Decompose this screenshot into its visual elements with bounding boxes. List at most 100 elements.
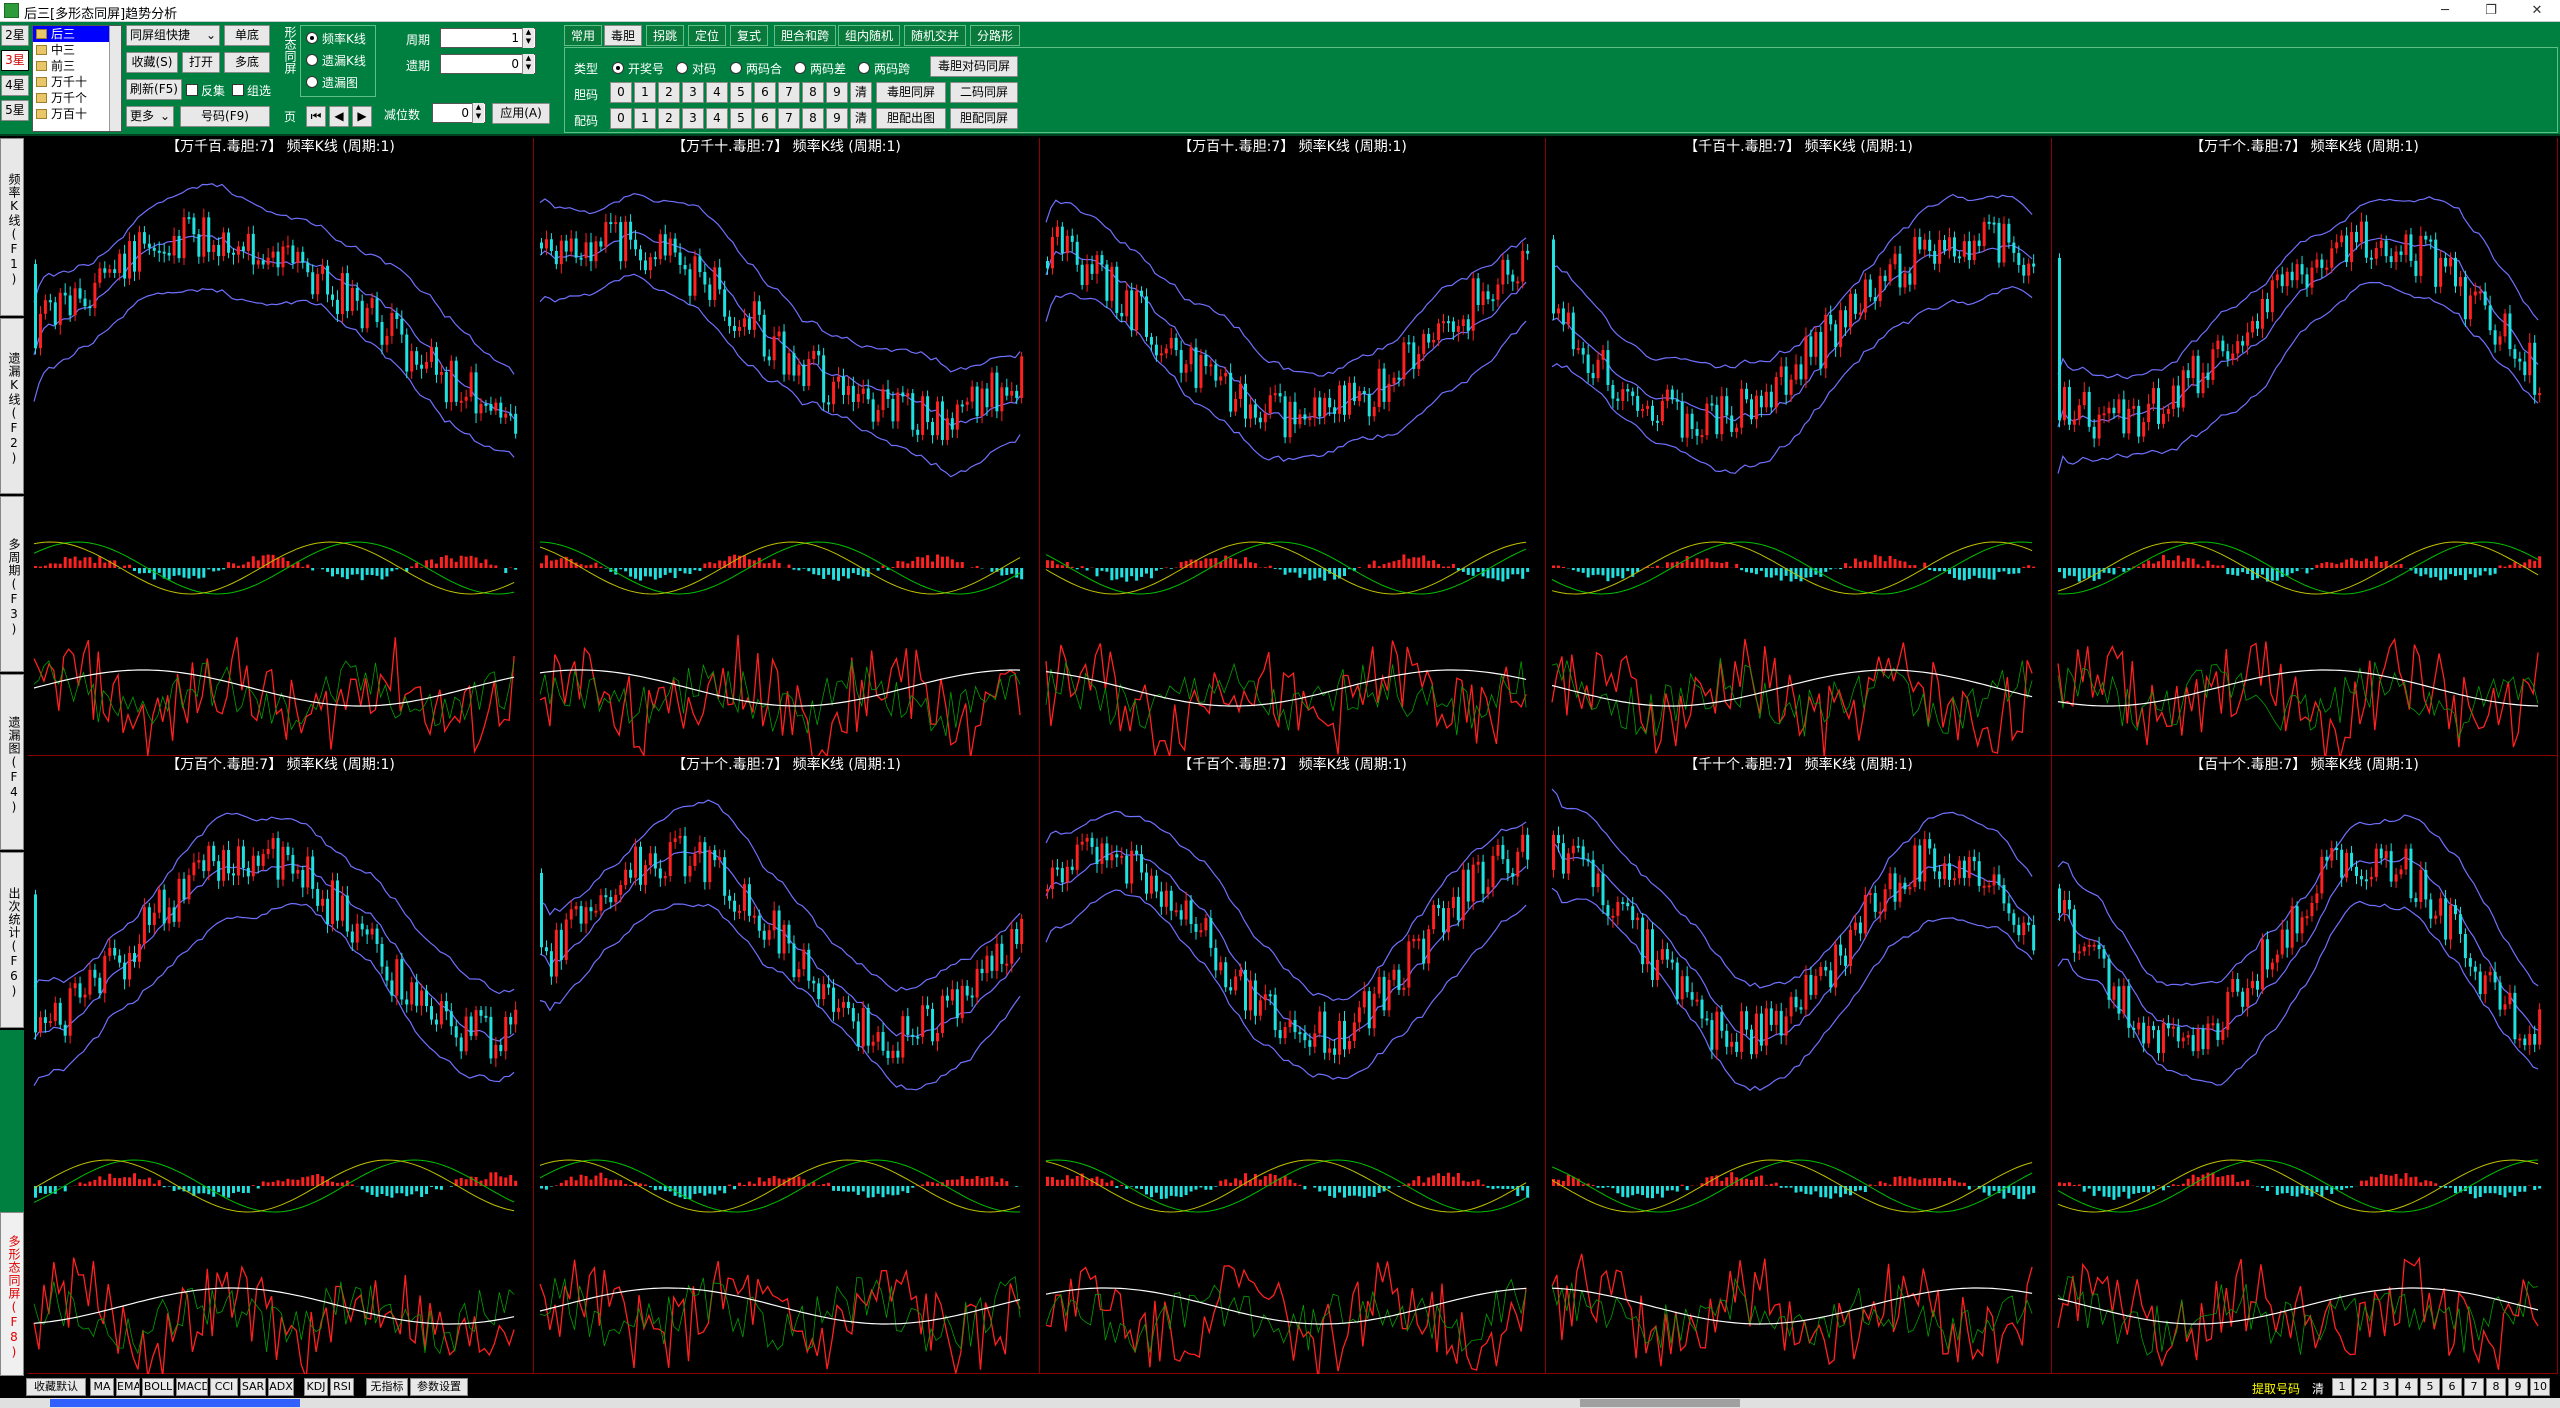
dan-digit-3[interactable]: 3 (682, 82, 704, 103)
chart-panel[interactable]: 【千十个.毒胆:7】 频率K线 (周期:1) (1546, 756, 2052, 1374)
dan-digit-4[interactable]: 4 (706, 82, 728, 103)
chart-panel[interactable]: 【万百个.毒胆:7】 频率K线 (周期:1) (28, 756, 534, 1374)
more-combo[interactable]: 更多 ⌄ (126, 106, 174, 127)
indicator-button-3[interactable]: BOLL (142, 1378, 174, 1396)
indicator-button-8[interactable]: KDJ (304, 1378, 328, 1396)
next-page-icon[interactable]: ▶ (352, 106, 372, 127)
tab-multi-shape[interactable]: 多形态同屏(F8) (0, 1212, 24, 1376)
danpei-out-button[interactable]: 胆配出图 (876, 108, 946, 129)
dan-digit-8[interactable]: 8 (802, 82, 824, 103)
indicator-button-11[interactable]: 参数设置 (410, 1378, 468, 1396)
page-button-7[interactable]: 7 (2464, 1378, 2484, 1396)
page-button-4[interactable]: 4 (2398, 1378, 2418, 1396)
dan-digit-7[interactable]: 7 (778, 82, 800, 103)
tab-group-random[interactable]: 组内随机 (838, 25, 901, 46)
quick-group-combo[interactable]: 同屏组快捷 ⌄ (126, 25, 220, 46)
tab-miss-chart[interactable]: 遗漏图(F4) (0, 674, 24, 850)
collect-button[interactable]: 收藏(S) (126, 52, 178, 73)
type-radio-pair[interactable] (676, 62, 688, 74)
indicator-button-2[interactable]: EMA (116, 1378, 140, 1396)
page-button-10[interactable]: 10 (2530, 1378, 2550, 1396)
page-button-2[interactable]: 2 (2354, 1378, 2374, 1396)
chart-panel[interactable]: 【千百个.毒胆:7】 频率K线 (周期:1) (1040, 756, 1546, 1374)
scroll-thumb[interactable] (1580, 1399, 1740, 1407)
restrict-spinner[interactable]: ▲ ▼ (472, 103, 484, 123)
pei-digit-1[interactable]: 1 (634, 108, 656, 129)
list-item[interactable]: 万千十 (33, 74, 121, 90)
erma-screen-button[interactable]: 二码同屏 (950, 82, 1018, 103)
miss-chart-radio[interactable] (306, 76, 318, 88)
page-button-9[interactable]: 9 (2508, 1378, 2528, 1396)
indicator-button-1[interactable]: MA (90, 1378, 114, 1396)
type-radio-diff[interactable] (794, 62, 806, 74)
minimize-button[interactable]: ─ (2422, 0, 2468, 22)
multi-button[interactable]: 多底 (224, 52, 270, 73)
tab-danhe-kua[interactable]: 胆合和跨 (774, 25, 837, 46)
chart-panel[interactable]: 【百十个.毒胆:7】 频率K线 (周期:1) (2052, 756, 2558, 1374)
indicator-button-9[interactable]: RSI (330, 1378, 354, 1396)
dan-digit-6[interactable]: 6 (754, 82, 776, 103)
tab-freq-kline[interactable]: 频率K线(F1) (0, 138, 24, 316)
refresh-button[interactable]: 刷新(F5) (126, 79, 182, 100)
chart-panel[interactable]: 【万十个.毒胆:7】 频率K线 (周期:1) (534, 756, 1040, 1374)
page-button-1[interactable]: 1 (2332, 1378, 2352, 1396)
pei-digit-4[interactable]: 4 (706, 108, 728, 129)
type-radio-sum[interactable] (730, 62, 742, 74)
apply-button[interactable]: 应用(A) (492, 103, 550, 124)
position-list[interactable]: 后三 中三 前三 万千十 万千个 万百十 (32, 25, 122, 132)
dan-digit-5[interactable]: 5 (730, 82, 752, 103)
page-button-3[interactable]: 3 (2376, 1378, 2396, 1396)
chart-panel[interactable]: 【千百十.毒胆:7】 频率K线 (周期:1) (1546, 138, 2052, 756)
tab-multi-cycle[interactable]: 多周期(F3) (0, 496, 24, 672)
restore-button[interactable]: ❐ (2468, 0, 2514, 22)
pei-digit-6[interactable]: 6 (754, 108, 776, 129)
tab-count-stats[interactable]: 出次统计(F6) (0, 852, 24, 1028)
list-item[interactable]: 中三 (33, 42, 121, 58)
star-5-button[interactable]: 5星 (1, 100, 29, 121)
page-button-5[interactable]: 5 (2420, 1378, 2440, 1396)
star-3-button[interactable]: 3星 (1, 50, 29, 71)
list-item[interactable]: 后三 (33, 26, 121, 42)
type-radio-span[interactable] (858, 62, 870, 74)
page-button-6[interactable]: 6 (2442, 1378, 2462, 1396)
status-clear-button[interactable]: 清 (2312, 1380, 2324, 1397)
indicator-button-10[interactable]: 无指标 (366, 1378, 408, 1396)
indicator-button-6[interactable]: SAR (240, 1378, 266, 1396)
cycle-spinner[interactable]: ▲ ▼ (522, 28, 534, 48)
dan-digit-1[interactable]: 1 (634, 82, 656, 103)
pei-digit-3[interactable]: 3 (682, 108, 704, 129)
group-checkbox[interactable] (232, 84, 244, 96)
tab-random-union[interactable]: 随机交并 (904, 25, 967, 46)
pei-digit-0[interactable]: 0 (610, 108, 632, 129)
list-item[interactable]: 万千个 (33, 90, 121, 106)
pei-digit-7[interactable]: 7 (778, 108, 800, 129)
indicator-button-4[interactable]: MACD (176, 1378, 208, 1396)
horizontal-scrollbar[interactable] (0, 1398, 2560, 1408)
miss-period-spinner[interactable]: ▲ ▼ (522, 54, 534, 74)
dan-digit-2[interactable]: 2 (658, 82, 680, 103)
prev-page-icon[interactable]: ◀ (329, 106, 349, 127)
dan-digit-0[interactable]: 0 (610, 82, 632, 103)
miss-kline-radio[interactable] (306, 54, 318, 66)
chart-panel[interactable]: 【万千百.毒胆:7】 频率K线 (周期:1) (28, 138, 534, 756)
indicator-button-5[interactable]: CCI (210, 1378, 238, 1396)
indicator-button-7[interactable]: ADX (268, 1378, 294, 1396)
reverse-checkbox[interactable] (186, 84, 198, 96)
close-button[interactable]: ✕ (2514, 0, 2560, 22)
tab-position[interactable]: 定位 (688, 25, 727, 46)
page-button-8[interactable]: 8 (2486, 1378, 2506, 1396)
list-item[interactable]: 前三 (33, 58, 121, 74)
dan-digit-9[interactable]: 9 (826, 82, 848, 103)
danpei-screen-button[interactable]: 胆配同屏 (950, 108, 1018, 129)
pei-digit-8[interactable]: 8 (802, 108, 824, 129)
tab-compound[interactable]: 复式 (730, 25, 769, 46)
dudan-screen-button[interactable]: 毒胆同屏 (876, 82, 946, 103)
first-page-icon[interactable]: ⏮ (306, 106, 326, 127)
tab-common[interactable]: 常用 (564, 25, 603, 46)
pei-digit-2[interactable]: 2 (658, 108, 680, 129)
tab-dudan[interactable]: 毒胆 (604, 25, 643, 46)
pair-screen-button[interactable]: 毒胆对码同屏 (930, 56, 1018, 77)
chart-panel[interactable]: 【万千个.毒胆:7】 频率K线 (周期:1) (2052, 138, 2558, 756)
scroll-thumb-blue[interactable] (50, 1399, 300, 1407)
pei-digit-5[interactable]: 5 (730, 108, 752, 129)
